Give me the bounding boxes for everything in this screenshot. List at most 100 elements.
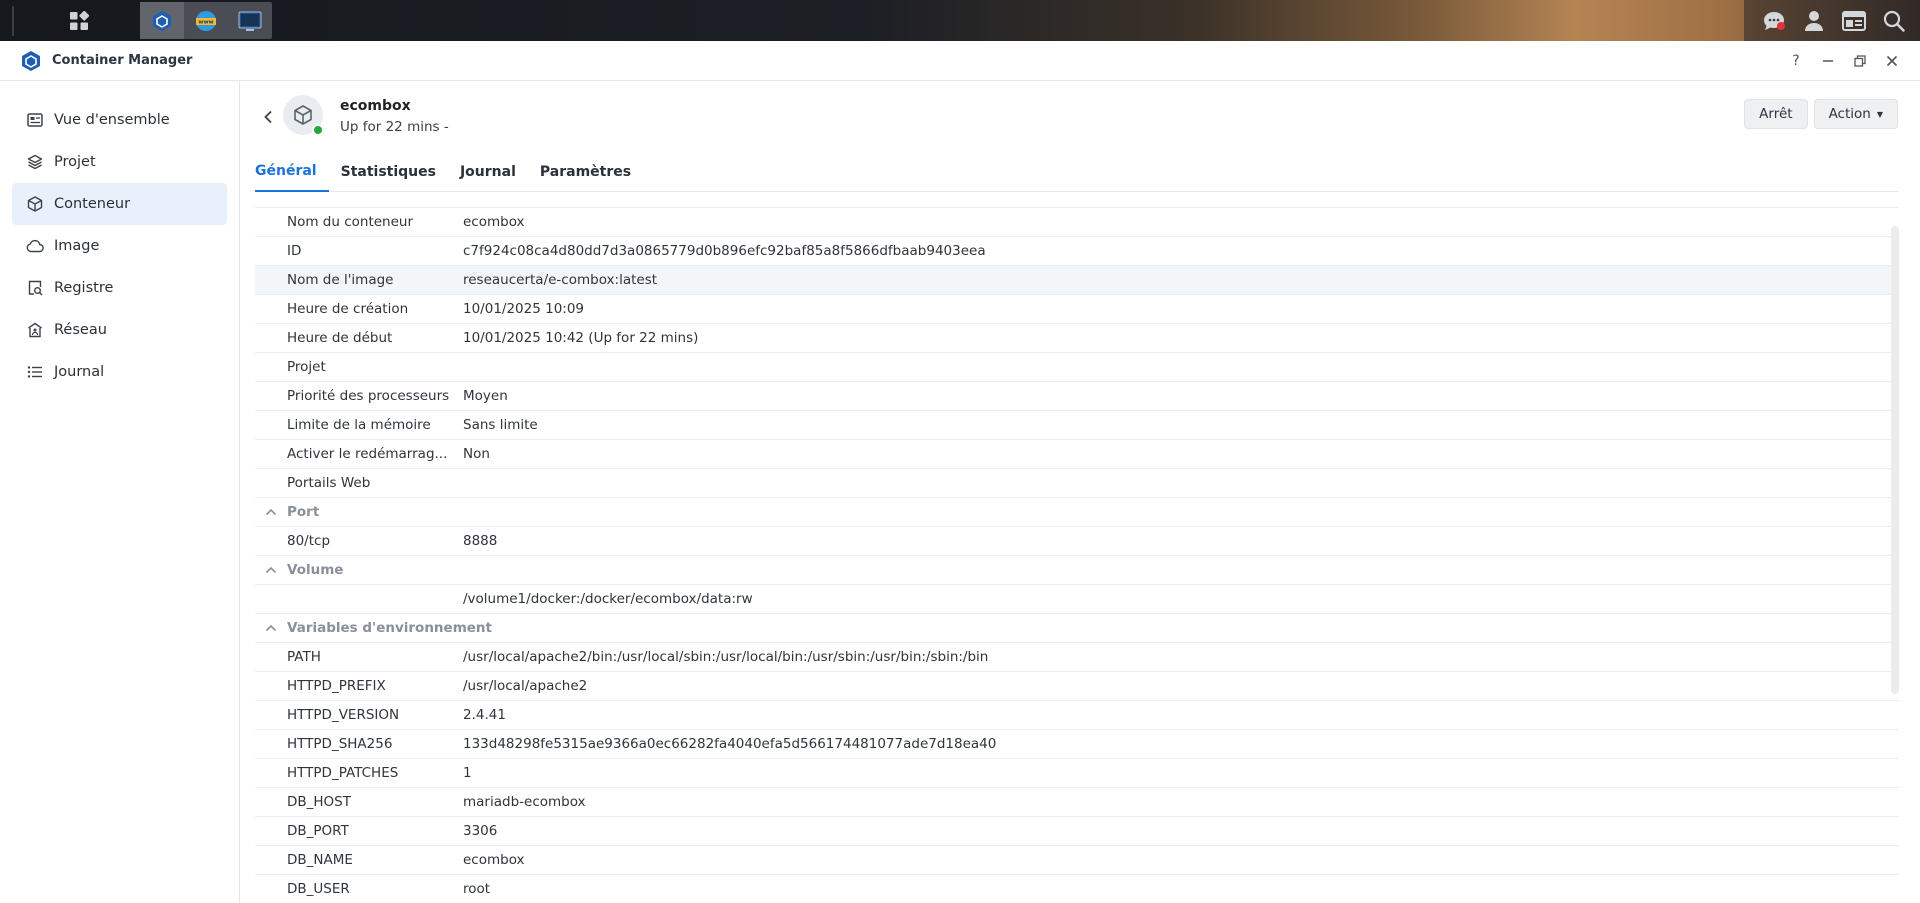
taskbar-divider (12, 5, 14, 36)
detail-row: Nom du conteneur ecombox (255, 208, 1899, 237)
detail-value: 3306 (463, 823, 498, 839)
sidebar-item-label: Registre (54, 280, 114, 296)
detail-value: 1 (463, 765, 472, 781)
detail-key: DB_PORT (287, 823, 349, 839)
detail-value: 133d48298fe5315ae9366a0ec66282fa4040efa5… (463, 736, 997, 752)
chevron-up-icon (265, 566, 277, 574)
detail-key: HTTPD_PATCHES (287, 765, 399, 781)
stop-button[interactable]: Arrêt (1744, 99, 1808, 129)
window-title: Container Manager (52, 53, 193, 68)
sidebar-item-overview[interactable]: Vue d'ensemble (12, 99, 227, 141)
tab-log[interactable]: Journal (448, 152, 528, 192)
sidebar-item-image[interactable]: Image (12, 225, 227, 267)
remote-desktop-taskbar-icon[interactable] (228, 2, 272, 39)
container-icon (294, 105, 312, 125)
stop-button-label: Arrêt (1759, 106, 1793, 122)
sidebar-item-label: Vue d'ensemble (54, 112, 170, 128)
container-manager-taskbar-icon[interactable] (140, 2, 184, 39)
detail-key: HTTPD_SHA256 (287, 736, 393, 752)
tab-settings[interactable]: Paramètres (528, 152, 643, 192)
detail-row: Heure de début 10/01/2025 10:42 (Up for 2… (255, 324, 1899, 353)
taskbar-open-apps: www (140, 2, 272, 39)
minimize-button[interactable] (1814, 47, 1842, 75)
detail-key: ID (287, 243, 302, 259)
network-icon (26, 321, 44, 339)
detail-key: Activer le redémarrag... (287, 446, 448, 462)
sidebar-item-project[interactable]: Projet (12, 141, 227, 183)
notifications-icon[interactable] (1754, 2, 1794, 39)
svg-text:www: www (198, 19, 213, 25)
detail-row: Portails Web (255, 469, 1899, 498)
tab-bar: Général Statistiques Journal Paramètres (255, 152, 1899, 192)
detail-row: Activer le redémarrag... Non (255, 440, 1899, 469)
close-button[interactable] (1878, 47, 1906, 75)
search-icon[interactable] (1874, 2, 1914, 39)
detail-row: HTTPD_VERSION 2.4.41 (255, 701, 1899, 730)
detail-key: 80/tcp (287, 533, 331, 549)
detail-row: ID c7f924c08ca4d80dd7d3a0865779d0b896efc9… (255, 237, 1899, 266)
vertical-scrollbar[interactable] (1891, 226, 1899, 694)
project-icon (26, 153, 44, 171)
section-title: Variables d'environnement (287, 620, 492, 636)
section-title: Volume (287, 562, 344, 578)
window-title-bar: Container Manager ? (0, 41, 1920, 81)
detail-value: /volume1/docker:/docker/ecombox/data:rw (463, 591, 753, 607)
taskbar-left: www (12, 2, 272, 39)
widgets-icon[interactable] (1834, 2, 1874, 39)
detail-value: Sans limite (463, 417, 538, 433)
caret-down-icon: ▼ (1876, 109, 1883, 119)
sidebar-item-label: Conteneur (54, 196, 131, 212)
detail-value: /usr/local/apache2/bin:/usr/local/sbin:/… (463, 649, 989, 665)
main-menu-icon[interactable] (58, 2, 100, 39)
web-station-taskbar-icon[interactable]: www (184, 2, 228, 39)
detail-key: DB_USER (287, 881, 350, 897)
sidebar-item-log[interactable]: Journal (12, 351, 227, 393)
detail-key: Heure de début (287, 330, 393, 346)
sidebar: Vue d'ensemble Projet Conteneur Image Re… (0, 81, 240, 903)
detail-value: Moyen (463, 388, 508, 404)
detail-value: ecombox (463, 214, 525, 230)
overview-icon (26, 111, 44, 129)
detail-row: Nom de l'image reseaucerta/e-combox:lates… (255, 266, 1899, 295)
restore-button[interactable] (1846, 47, 1874, 75)
detail-value: Non (463, 446, 490, 462)
taskbar: www (0, 0, 1920, 41)
detail-row: /volume1/docker:/docker/ecombox/data:rw (255, 585, 1899, 614)
detail-row: Projet (255, 353, 1899, 382)
action-dropdown-button[interactable]: Action ▼ (1813, 99, 1898, 129)
detail-value: 10/01/2025 10:09 (463, 301, 585, 317)
section-header-port[interactable]: Port (255, 498, 1899, 527)
sidebar-item-container[interactable]: Conteneur (12, 183, 227, 225)
taskbar-tray (1744, 0, 1920, 41)
sidebar-item-network[interactable]: Réseau (12, 309, 227, 351)
back-button[interactable] (258, 107, 278, 127)
section-header-volume[interactable]: Volume (255, 556, 1899, 585)
sidebar-item-label: Projet (54, 154, 96, 170)
header-actions: Arrêt Action ▼ (1744, 99, 1898, 129)
user-icon[interactable] (1794, 2, 1834, 39)
detail-value: ecombox (463, 852, 525, 868)
section-header-environment[interactable]: Variables d'environnement (255, 614, 1899, 643)
detail-value: 2.4.41 (463, 707, 506, 723)
detail-row: 80/tcp 8888 (255, 527, 1899, 556)
list-icon (26, 363, 44, 381)
chevron-up-icon (265, 508, 277, 516)
detail-key: Heure de création (287, 301, 409, 317)
tab-general[interactable]: Général (255, 152, 329, 192)
detail-key: Priorité des processeurs (287, 388, 450, 404)
main-content: ecombox Up for 22 mins - Arrêt Action ▼ G… (241, 81, 1920, 903)
detail-key: Nom de l'image (287, 272, 394, 288)
tab-statistics[interactable]: Statistiques (329, 152, 448, 192)
registry-icon (26, 279, 44, 297)
detail-value: /usr/local/apache2 (463, 678, 588, 694)
sidebar-item-label: Réseau (54, 322, 107, 338)
detail-row: HTTPD_PREFIX/usr/local/apache2 (255, 672, 1899, 701)
detail-value: 10/01/2025 10:42 (Up for 22 mins) (463, 330, 699, 346)
sidebar-item-registry[interactable]: Registre (12, 267, 227, 309)
detail-row: Heure de création 10/01/2025 10:09 (255, 295, 1899, 324)
chevron-up-icon (265, 624, 277, 632)
detail-row: Limite de la mémoire Sans limite (255, 411, 1899, 440)
sidebar-item-label: Image (54, 238, 100, 254)
cloud-icon (26, 237, 44, 255)
help-button[interactable]: ? (1782, 47, 1810, 75)
